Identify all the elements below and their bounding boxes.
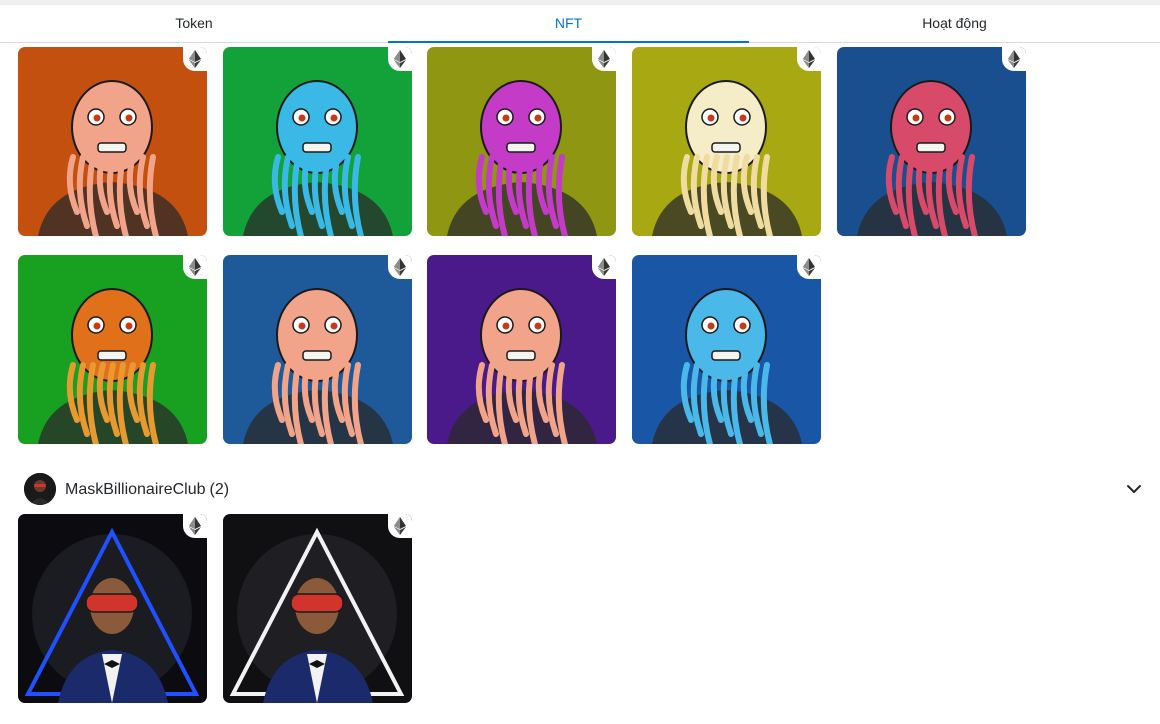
eth-icon xyxy=(394,50,406,68)
nft-card[interactable] xyxy=(837,47,1026,236)
nft-card[interactable] xyxy=(632,47,821,236)
eth-icon xyxy=(803,50,815,68)
nft-card[interactable] xyxy=(427,47,616,236)
eth-icon xyxy=(189,258,201,276)
eth-badge xyxy=(592,255,616,279)
eth-badge xyxy=(388,514,412,538)
eth-icon xyxy=(189,50,201,68)
eth-badge xyxy=(183,255,207,279)
eth-badge xyxy=(388,255,412,279)
nft-card[interactable] xyxy=(223,514,412,703)
tab-token[interactable]: Token xyxy=(0,5,388,42)
eth-badge xyxy=(388,47,412,71)
collection-name: MaskBillionaireClub xyxy=(65,481,206,498)
eth-icon xyxy=(598,50,610,68)
chevron-down-icon[interactable] xyxy=(1124,479,1144,499)
eth-icon xyxy=(394,258,406,276)
nft-card[interactable] xyxy=(18,255,207,444)
eth-icon xyxy=(803,258,815,276)
eth-badge xyxy=(183,47,207,71)
eth-icon xyxy=(189,517,201,535)
avatar xyxy=(24,473,56,505)
eth-icon xyxy=(598,258,610,276)
tab-nft[interactable]: NFT xyxy=(388,5,749,43)
eth-badge xyxy=(592,47,616,71)
eth-icon xyxy=(1008,50,1020,68)
collection-title: MaskBillionaireClub (2) xyxy=(65,481,229,499)
tab-bar: Token NFT Hoạt động xyxy=(0,5,1160,43)
eth-badge xyxy=(797,47,821,71)
collection-header[interactable]: MaskBillionaireClub (2) xyxy=(24,472,1144,506)
eth-badge xyxy=(183,514,207,538)
collection-count: (2) xyxy=(209,481,230,498)
eth-badge xyxy=(1002,47,1026,71)
tab-activity[interactable]: Hoạt động xyxy=(749,5,1160,42)
nft-card[interactable] xyxy=(632,255,821,444)
nft-card[interactable] xyxy=(18,47,207,236)
nft-card[interactable] xyxy=(223,255,412,444)
nft-card[interactable] xyxy=(427,255,616,444)
nft-card[interactable] xyxy=(223,47,412,236)
eth-icon xyxy=(394,517,406,535)
eth-badge xyxy=(797,255,821,279)
nft-card[interactable] xyxy=(18,514,207,703)
